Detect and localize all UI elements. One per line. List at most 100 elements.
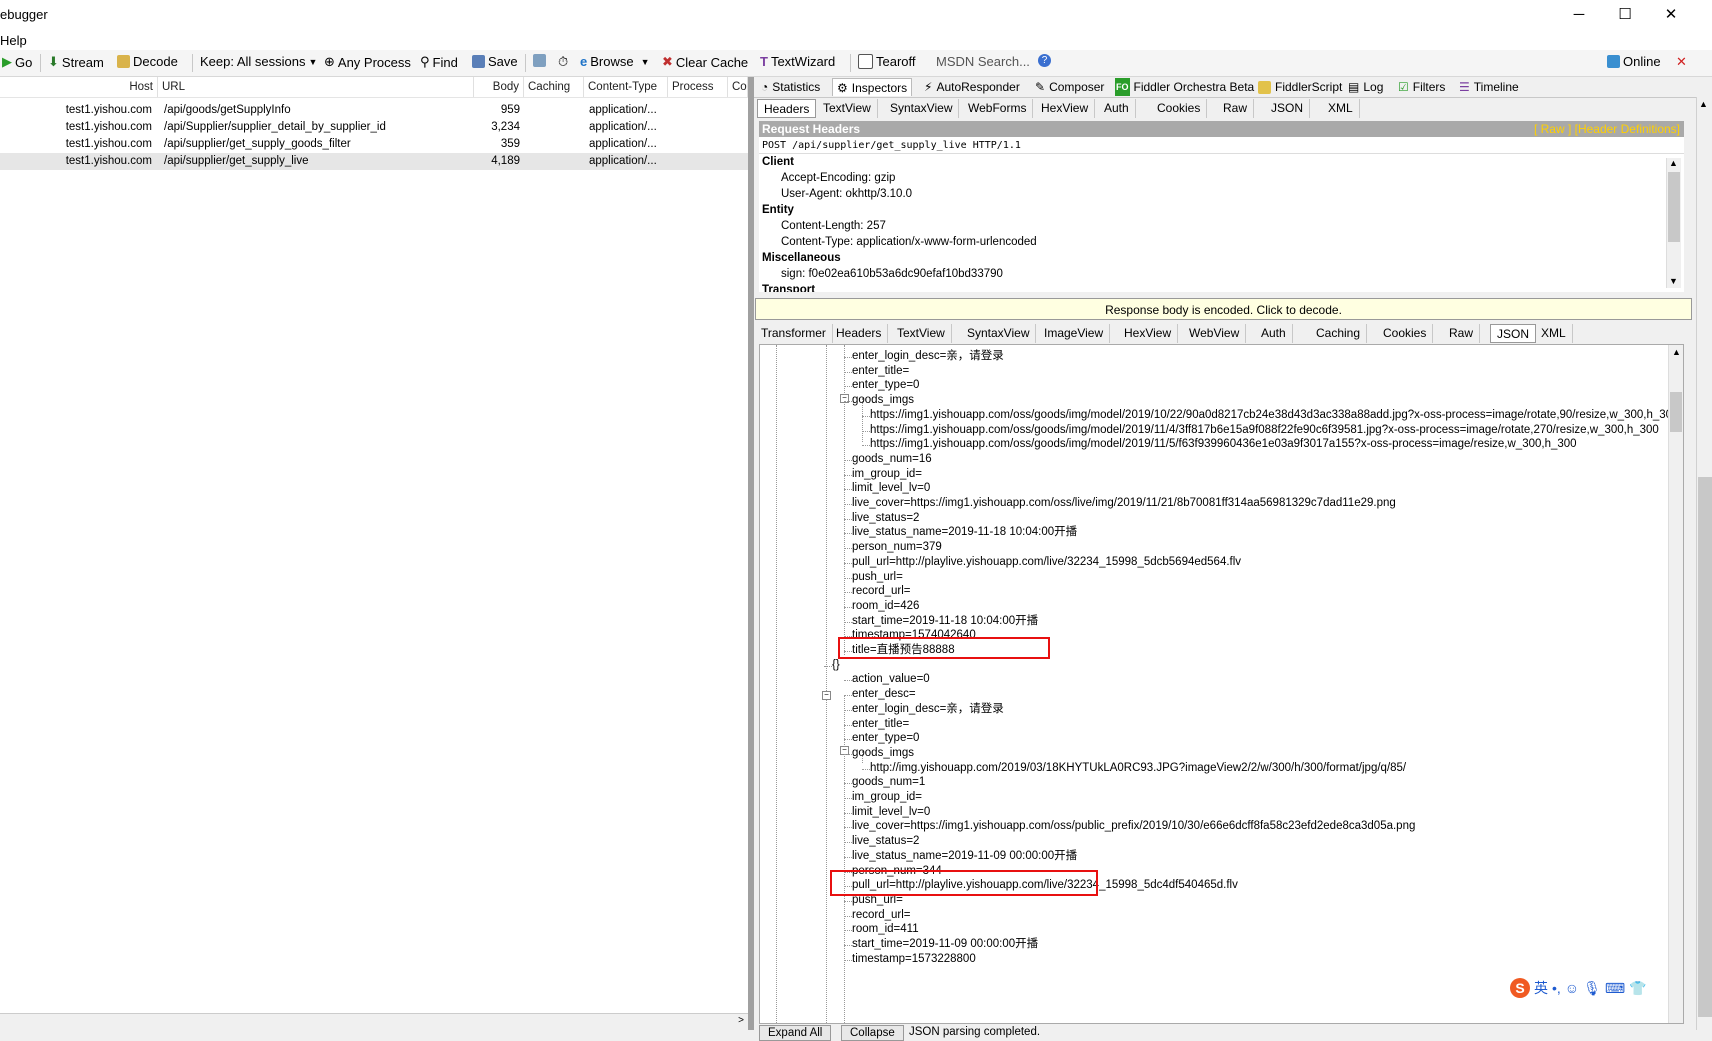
ime-punctuation-toggle[interactable]: •, [1552,980,1561,996]
resp-tab-webview[interactable]: WebView [1183,324,1247,343]
json-property[interactable]: enter_login_desc=亲，请登录 [852,349,1004,364]
json-property[interactable]: goods_imgs [852,393,914,408]
keep-sessions-dropdown[interactable]: Keep: All sessions ▼ [200,54,317,69]
req-tab-xml[interactable]: XML [1322,99,1360,118]
session-row-selected[interactable]: test1.yishou.com /api/supplier/get_suppl… [0,153,748,170]
skin-icon[interactable]: 👕 [1629,980,1646,997]
json-property[interactable]: record_url= [852,908,911,923]
tab-fiddlerscript[interactable]: FiddlerScript [1254,78,1346,96]
screenshot-button[interactable] [533,54,546,67]
column-process[interactable]: Process [668,77,728,97]
req-tab-raw[interactable]: Raw [1217,99,1255,118]
raw-header-definitions-links[interactable]: [ Raw ] [Header Definitions] [1534,121,1680,137]
scroll-down-icon[interactable]: ▼ [1669,276,1678,286]
browse-button[interactable]: e Browse ▼ [580,54,650,69]
msdn-search-input[interactable]: MSDN Search... [936,54,1030,69]
req-tab-headers[interactable]: Headers [757,99,817,118]
tab-composer[interactable]: ✎ Composer [1031,78,1108,96]
ime-language-toggle[interactable]: 英 [1534,978,1548,998]
req-tab-hexview[interactable]: HexView [1035,99,1096,118]
json-property[interactable]: enter_type=0 [852,731,919,746]
go-button[interactable]: ▶ Go [2,54,32,70]
tearoff-button[interactable]: Tearoff [858,54,916,69]
help-icon[interactable]: ? [1038,54,1051,67]
scroll-thumb[interactable] [1668,172,1680,242]
resp-tab-cookies[interactable]: Cookies [1377,324,1434,343]
minimize-button[interactable]: ─ [1556,4,1602,26]
find-button[interactable]: ⚲ Find [420,54,458,70]
column-body[interactable]: Body [474,77,524,97]
tab-statistics[interactable]: ◔ Statistics [757,78,824,96]
sogou-icon[interactable]: S [1510,978,1530,998]
json-property[interactable]: live_status=2 [852,511,919,526]
scroll-right-icon[interactable]: > [738,1015,744,1026]
json-property[interactable]: pull_url=http://playlive.yishouapp.com/l… [852,555,1241,570]
json-property[interactable]: action_value=0 [852,672,930,687]
req-tab-json[interactable]: JSON [1265,99,1311,118]
json-property[interactable]: enter_title= [852,364,909,379]
json-property[interactable]: live_status=2 [852,834,919,849]
resp-tab-imageview[interactable]: ImageView [1038,324,1111,343]
collapse-toggle-object[interactable]: − [822,691,831,700]
req-tab-syntaxview[interactable]: SyntaxView [884,99,960,118]
json-property[interactable]: enter_desc= [852,687,916,702]
json-property[interactable]: timestamp=1573228800 [852,952,976,967]
json-property[interactable]: start_time=2019-11-09 00:00:00开播 [852,937,1038,952]
close-toolbar-button[interactable]: ✕ [1676,54,1687,70]
save-button[interactable]: Save [472,54,518,69]
column-comments[interactable]: Con [728,77,748,97]
resp-tab-auth[interactable]: Auth [1255,324,1293,343]
menu-help[interactable]: Help [0,33,27,48]
json-property[interactable]: im_group_id= [852,790,922,805]
tab-log[interactable]: ▤ Log [1344,78,1387,96]
tab-timeline[interactable]: ☰ Timeline [1455,78,1523,96]
maximize-button[interactable]: ☐ [1602,4,1648,26]
json-property[interactable]: room_id=426 [852,599,919,614]
req-tab-cookies[interactable]: Cookies [1151,99,1208,118]
scroll-thumb[interactable] [1670,392,1682,432]
column-url[interactable]: URL [158,77,474,97]
json-property[interactable]: record_url= [852,584,911,599]
json-property[interactable]: goods_num=16 [852,452,932,467]
json-object-node[interactable]: {} [832,658,840,673]
json-property[interactable]: enter_login_desc=亲，请登录 [852,702,1004,717]
column-caching[interactable]: Caching [524,77,584,97]
column-host[interactable]: Host [0,77,158,97]
scroll-up-icon[interactable]: ▲ [1699,99,1708,109]
json-property[interactable]: live_cover=https://img1.yishouapp.com/os… [852,496,1396,511]
req-tab-auth[interactable]: Auth [1098,99,1136,118]
emoji-icon[interactable]: ☺ [1565,980,1579,996]
resp-tab-hexview[interactable]: HexView [1118,324,1179,343]
collapse-button[interactable]: Collapse [841,1025,904,1041]
any-process-button[interactable]: ⊕ Any Process [324,54,411,70]
tab-inspectors[interactable]: ⚙ Inspectors [832,78,913,96]
json-array-item[interactable]: http://img.yishouapp.com/2019/03/18KHYTU… [870,761,1406,776]
req-tab-textview[interactable]: TextView [817,99,878,118]
resp-tab-raw[interactable]: Raw [1443,324,1481,343]
resp-tab-headers[interactable]: Headers [830,324,889,343]
session-list-hscrollbar[interactable]: > [0,1013,748,1031]
json-property[interactable]: push_url= [852,570,903,585]
close-window-button[interactable]: ✕ [1648,4,1694,26]
json-property[interactable]: goods_num=1 [852,775,925,790]
json-property[interactable]: enter_type=0 [852,378,919,393]
json-array-item[interactable]: https://img1.yishouapp.com/oss/goods/img… [870,423,1659,438]
scroll-up-icon[interactable]: ▲ [1672,347,1681,357]
json-property[interactable]: limit_level_lv=0 [852,481,930,496]
tab-autoresponder[interactable]: ⚡ AutoResponder [920,78,1024,96]
resp-tab-caching[interactable]: Caching [1310,324,1368,343]
json-property[interactable]: live_status_name=2019-11-09 00:00:00开播 [852,849,1077,864]
json-property[interactable]: limit_level_lv=0 [852,805,930,820]
resp-tab-json[interactable]: JSON [1490,324,1537,343]
decode-button[interactable]: Decode [117,54,178,69]
resp-tab-syntaxview[interactable]: SyntaxView [961,324,1037,343]
json-property[interactable]: person_num=379 [852,540,942,555]
session-row[interactable]: test1.yishou.com /api/goods/getSupplyInf… [0,102,748,119]
json-tree-scrollbar[interactable]: ▲ [1668,345,1683,1023]
resp-tab-transformer[interactable]: Transformer [755,324,833,343]
timer-button[interactable]: ⏱ [558,54,568,70]
json-property[interactable]: start_time=2019-11-18 10:04:00开播 [852,614,1038,629]
tab-fiddler-orchestra[interactable]: FO Fiddler Orchestra Beta [1111,78,1258,96]
scroll-thumb[interactable] [1698,477,1712,1017]
textwizard-button[interactable]: T TextWizard [760,54,835,69]
